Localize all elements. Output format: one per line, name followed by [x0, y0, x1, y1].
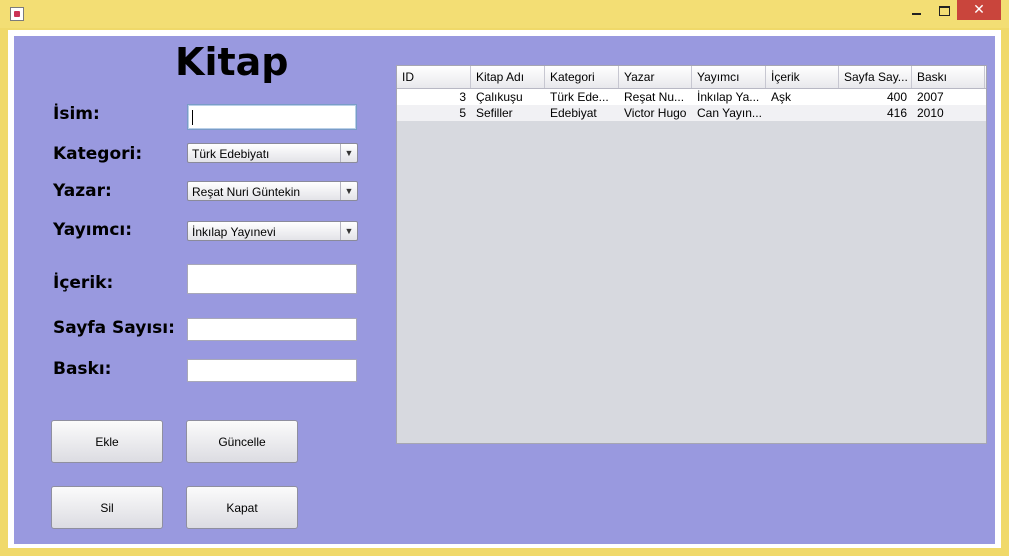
icerik-input[interactable]: [187, 264, 357, 294]
chevron-down-icon[interactable]: ▼: [340, 144, 357, 162]
yazar-select[interactable]: Reşat Nuri Güntekin ▼: [187, 181, 358, 201]
chevron-down-icon[interactable]: ▼: [340, 182, 357, 200]
column-header-icerik[interactable]: İçerik: [766, 66, 839, 88]
column-header-kitap-adi[interactable]: Kitap Adı: [471, 66, 545, 88]
table-row[interactable]: 5 Sefiller Edebiyat Victor Hugo Can Yayı…: [397, 105, 986, 121]
kategori-label: Kategori:: [53, 144, 143, 164]
table-body: 3 Çalıkuşu Türk Ede... Reşat Nu... İnkıl…: [397, 89, 986, 121]
table-cell: Can Yayın...: [697, 106, 762, 120]
column-header-kategori[interactable]: Kategori: [545, 66, 619, 88]
table-cell: 5: [459, 106, 466, 120]
table-cell: Aşk: [771, 90, 792, 104]
column-header-baski[interactable]: Baskı: [912, 66, 985, 88]
yayimci-value: İnkılap Yayınevi: [192, 225, 276, 239]
yayimci-select[interactable]: İnkılap Yayınevi ▼: [187, 221, 358, 241]
close-button[interactable]: ✕: [957, 0, 1001, 20]
sayfa-sayisi-label: Sayfa Sayısı:: [53, 318, 175, 338]
maximize-icon: [938, 6, 950, 16]
table-row[interactable]: 3 Çalıkuşu Türk Ede... Reşat Nu... İnkıl…: [397, 89, 986, 105]
guncelle-button[interactable]: Güncelle: [186, 420, 298, 463]
table-cell: 3: [459, 90, 466, 104]
java-app-icon: [10, 7, 24, 21]
text-caret: [192, 110, 193, 125]
isim-label: İsim:: [53, 104, 100, 124]
column-header-yayimci[interactable]: Yayımcı: [692, 66, 766, 88]
column-header-yazar[interactable]: Yazar: [619, 66, 692, 88]
kapat-button[interactable]: Kapat: [186, 486, 298, 529]
table-cell: Türk Ede...: [550, 90, 609, 104]
table-cell: İnkılap Ya...: [697, 90, 760, 104]
table-header: ID Kitap Adı Kategori Yazar Yayımcı İçer…: [397, 66, 986, 89]
isim-input[interactable]: [187, 104, 357, 130]
books-table[interactable]: ID Kitap Adı Kategori Yazar Yayımcı İçer…: [396, 65, 987, 444]
window-titlebar: ✕: [0, 0, 1009, 28]
table-cell: 2007: [917, 90, 944, 104]
baski-label: Baskı:: [53, 359, 112, 379]
minimize-button[interactable]: [900, 0, 932, 22]
column-header-id[interactable]: ID: [397, 66, 471, 88]
table-cell: Sefiller: [476, 106, 513, 120]
table-cell: 2010: [917, 106, 944, 120]
ekle-button[interactable]: Ekle: [51, 420, 163, 463]
table-cell: 416: [886, 106, 907, 120]
table-cell: Edebiyat: [550, 106, 597, 120]
sayfa-sayisi-input[interactable]: [187, 318, 357, 341]
table-cell: Çalıkuşu: [476, 90, 523, 104]
table-cell: 400: [886, 90, 907, 104]
yayimci-label: Yayımcı:: [53, 220, 133, 240]
yazar-label: Yazar:: [53, 181, 112, 201]
table-cell: [766, 105, 839, 121]
kategori-select[interactable]: Türk Edebiyatı ▼: [187, 143, 358, 163]
column-header-sayfa-sayisi[interactable]: Sayfa Say...: [839, 66, 912, 88]
kategori-value: Türk Edebiyatı: [192, 147, 270, 161]
yazar-value: Reşat Nuri Güntekin: [192, 185, 301, 199]
table-cell: Reşat Nu...: [624, 90, 685, 104]
minimize-icon: [911, 13, 921, 15]
page-title: Kitap: [175, 40, 289, 84]
chevron-down-icon[interactable]: ▼: [340, 222, 357, 240]
sil-button[interactable]: Sil: [51, 486, 163, 529]
baski-input[interactable]: [187, 359, 357, 382]
icerik-label: İçerik:: [53, 273, 114, 293]
table-cell: Victor Hugo: [624, 106, 687, 120]
maximize-button[interactable]: [930, 0, 958, 22]
close-icon: ✕: [973, 2, 985, 18]
